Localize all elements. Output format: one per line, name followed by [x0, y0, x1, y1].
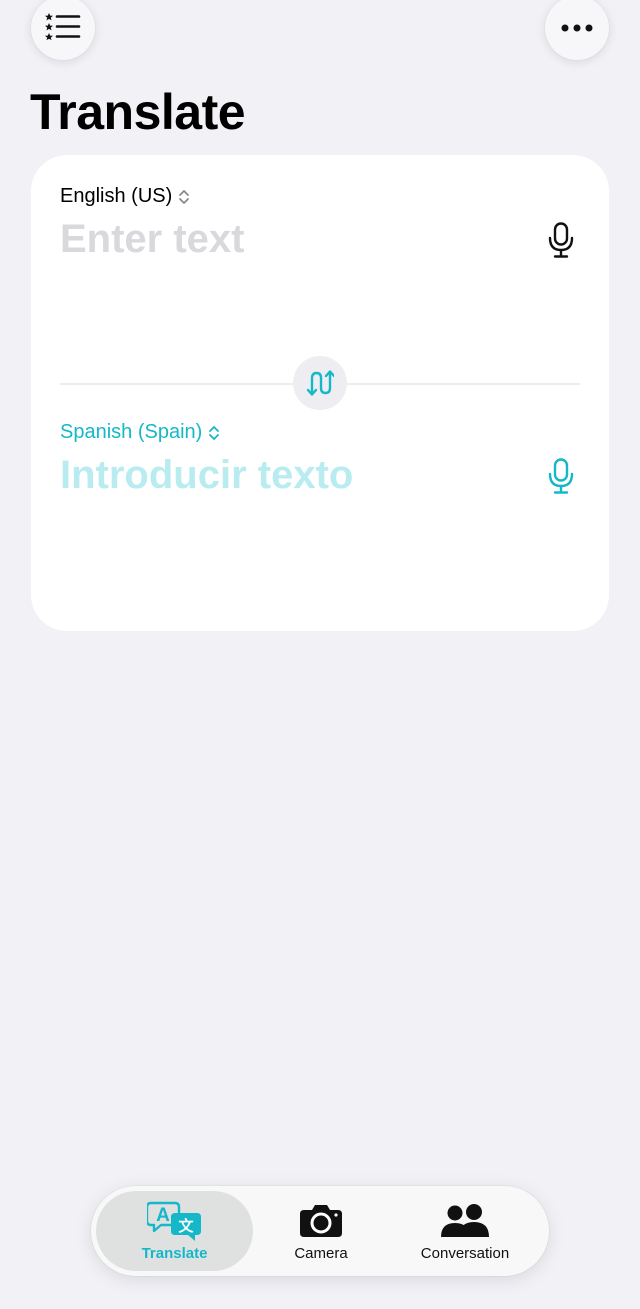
ellipsis-icon [561, 19, 593, 37]
people-icon [440, 1201, 490, 1241]
tab-label: Conversation [420, 1244, 510, 1262]
camera-icon [299, 1201, 343, 1241]
starred-list-icon [45, 12, 81, 45]
tab-label: Translate [141, 1244, 208, 1262]
source-mic-button[interactable] [545, 218, 577, 262]
translate-bubbles-icon: A 文 [146, 1201, 203, 1241]
target-mic-button[interactable] [545, 454, 577, 498]
source-language-picker[interactable]: English (US) [60, 185, 190, 208]
page-title: Translate [30, 84, 246, 140]
source-language-label: English (US) [60, 185, 173, 207]
target-text-output[interactable]: Introducir texto [60, 453, 530, 498]
translation-card: English (US) Enter text Spanish (Spain) … [31, 155, 609, 631]
target-language-picker[interactable]: Spanish (Spain) [60, 421, 220, 444]
chevron-up-down-icon [209, 425, 220, 440]
more-button[interactable] [545, 0, 609, 60]
microphone-icon [548, 458, 574, 494]
swap-languages-button[interactable] [293, 356, 347, 410]
swap-languages-icon [306, 370, 334, 396]
chevron-up-down-icon [179, 189, 190, 204]
tab-bar: A 文 Translate Camera Conversation [91, 1186, 549, 1276]
svg-text:A: A [156, 1205, 170, 1226]
target-language-label: Spanish (Spain) [60, 421, 203, 443]
svg-text:文: 文 [178, 1217, 194, 1235]
tab-conversation[interactable]: Conversation [397, 1191, 533, 1271]
tab-translate[interactable]: A 文 Translate [96, 1191, 253, 1271]
tab-camera[interactable]: Camera [261, 1191, 381, 1271]
source-text-input[interactable]: Enter text [60, 217, 530, 262]
favorites-button[interactable] [31, 0, 95, 60]
tab-label: Camera [294, 1244, 348, 1262]
microphone-icon [548, 222, 574, 258]
